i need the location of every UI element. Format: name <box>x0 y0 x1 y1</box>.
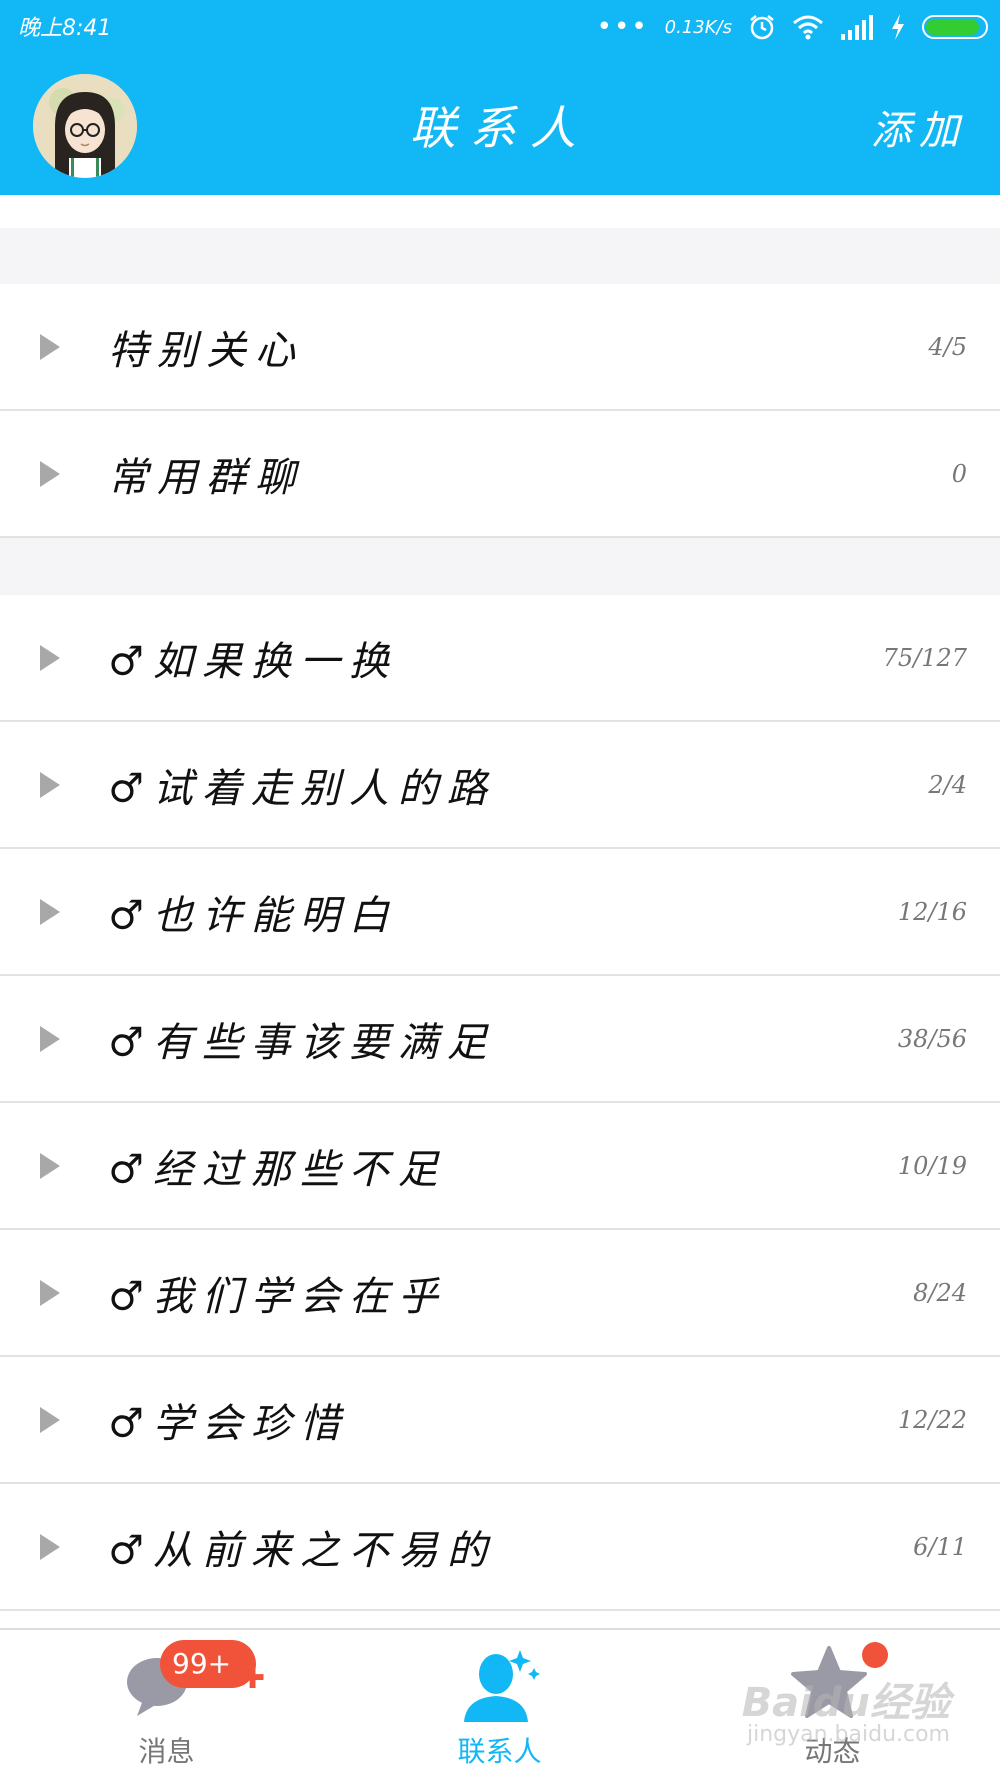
group-online-count: 4/5 <box>928 332 967 361</box>
tab-contacts-label: 联系人 <box>457 1735 542 1768</box>
top-bar: 晚上8:41 ••• 0.13K/s 联系人 添加 <box>0 0 1000 195</box>
status-icons: ••• 0.13K/s <box>597 12 988 42</box>
group-online-count: 0 <box>951 459 967 488</box>
group-row[interactable]: ♂如果换一换 75/127 <box>0 595 1000 722</box>
wifi-icon <box>792 14 824 40</box>
group-online-count: 2/4 <box>928 770 967 799</box>
expand-arrow-icon <box>40 1406 60 1433</box>
expand-arrow-icon <box>40 898 60 925</box>
group-row[interactable]: ♂也许能明白 12/16 <box>0 849 1000 976</box>
group-name: ♂从前来之不易的 <box>108 1527 496 1574</box>
status-bar: 晚上8:41 ••• 0.13K/s <box>0 0 1000 52</box>
watermark-url: jingyan.baidu.com <box>746 1722 950 1747</box>
page-title: 联系人 <box>410 101 590 155</box>
tab-contacts[interactable]: 联系人 <box>333 1630 666 1778</box>
group-name: 特别关心 <box>108 327 304 374</box>
expand-arrow-icon <box>40 771 60 798</box>
group-row[interactable]: ♂有些事该要满足 38/56 <box>0 976 1000 1103</box>
group-name: ♂我们学会在乎 <box>108 1273 447 1320</box>
bottom-nav: 99+ ✚ 消息 联系人 动态 Baidu经验 jingyan.baidu.co… <box>0 1628 1000 1778</box>
new-feed-dot <box>862 1642 888 1668</box>
list-spacer <box>0 195 1000 228</box>
expand-arrow-icon <box>40 1279 60 1306</box>
badge-drag-tail-icon: ✚ <box>240 1661 266 1696</box>
group-row[interactable]: ♂我们学会在乎 8/24 <box>0 1230 1000 1357</box>
expand-arrow-icon <box>40 1152 60 1179</box>
group-online-count: 38/56 <box>897 1024 967 1053</box>
contact-list: 特别关心 4/5 常用群聊 0 ♂如果换一换 75/127 ♂试着走别人的路 2/4 ♂也许能… <box>0 195 1000 1628</box>
group-online-count: 10/19 <box>897 1151 967 1180</box>
contacts-screen: 晚上8:41 ••• 0.13K/s 联系人 添加 特别关心 4/5 常用群聊 … <box>0 0 1000 1778</box>
lightning-icon <box>890 13 906 41</box>
signal-icon <box>840 14 874 40</box>
add-button[interactable]: 添加 <box>871 98 967 156</box>
expand-arrow-icon <box>40 644 60 671</box>
expand-arrow-icon <box>40 460 60 487</box>
group-row[interactable]: ♂试着走别人的路 2/4 <box>0 722 1000 849</box>
group-name: ♂如果换一换 <box>108 638 398 685</box>
expand-arrow-icon <box>40 1533 60 1560</box>
status-time: 晚上8:41 <box>18 16 112 41</box>
expand-arrow-icon <box>40 1025 60 1052</box>
group-name: ♂有些事该要满足 <box>108 1019 496 1066</box>
group-name: ♂也许能明白 <box>108 892 398 939</box>
person-icon <box>458 1644 542 1728</box>
group-name: ♂学会珍惜 <box>108 1400 349 1447</box>
group-name: 常用群聊 <box>108 454 304 501</box>
group-online-count: 6/11 <box>913 1532 967 1561</box>
group-row[interactable]: ♂从前来之不易的 6/11 <box>0 1484 1000 1611</box>
friend-groups: ♂如果换一换 75/127 ♂试着走别人的路 2/4 ♂也许能明白 12/16 ♂有些事该要… <box>0 595 1000 1611</box>
battery-icon <box>922 15 988 39</box>
group-online-count: 75/127 <box>882 643 967 672</box>
group-online-count: 12/16 <box>897 897 967 926</box>
group-row[interactable]: ♂经过那些不足 10/19 <box>0 1103 1000 1230</box>
watermark-logo: Baidu经验 <box>741 1680 950 1726</box>
section-divider <box>0 538 1000 595</box>
group-row[interactable]: 常用群聊 0 <box>0 411 1000 538</box>
group-name: ♂试着走别人的路 <box>108 765 496 812</box>
group-row[interactable]: ♂学会珍惜 12/22 <box>0 1357 1000 1484</box>
status-dots: ••• <box>596 12 649 42</box>
expand-arrow-icon <box>40 333 60 360</box>
group-name: ♂经过那些不足 <box>108 1146 447 1193</box>
alarm-icon <box>748 13 776 41</box>
group-online-count: 12/22 <box>897 1405 967 1434</box>
battery-fill <box>926 19 980 35</box>
network-speed: 0.13K/s <box>664 16 732 38</box>
group-row[interactable]: 特别关心 4/5 <box>0 284 1000 411</box>
tab-messages-label: 消息 <box>138 1735 195 1768</box>
special-groups: 特别关心 4/5 常用群聊 0 <box>0 284 1000 538</box>
tab-messages[interactable]: 99+ ✚ 消息 <box>0 1630 333 1778</box>
group-online-count: 8/24 <box>913 1278 967 1307</box>
section-divider <box>0 228 1000 284</box>
